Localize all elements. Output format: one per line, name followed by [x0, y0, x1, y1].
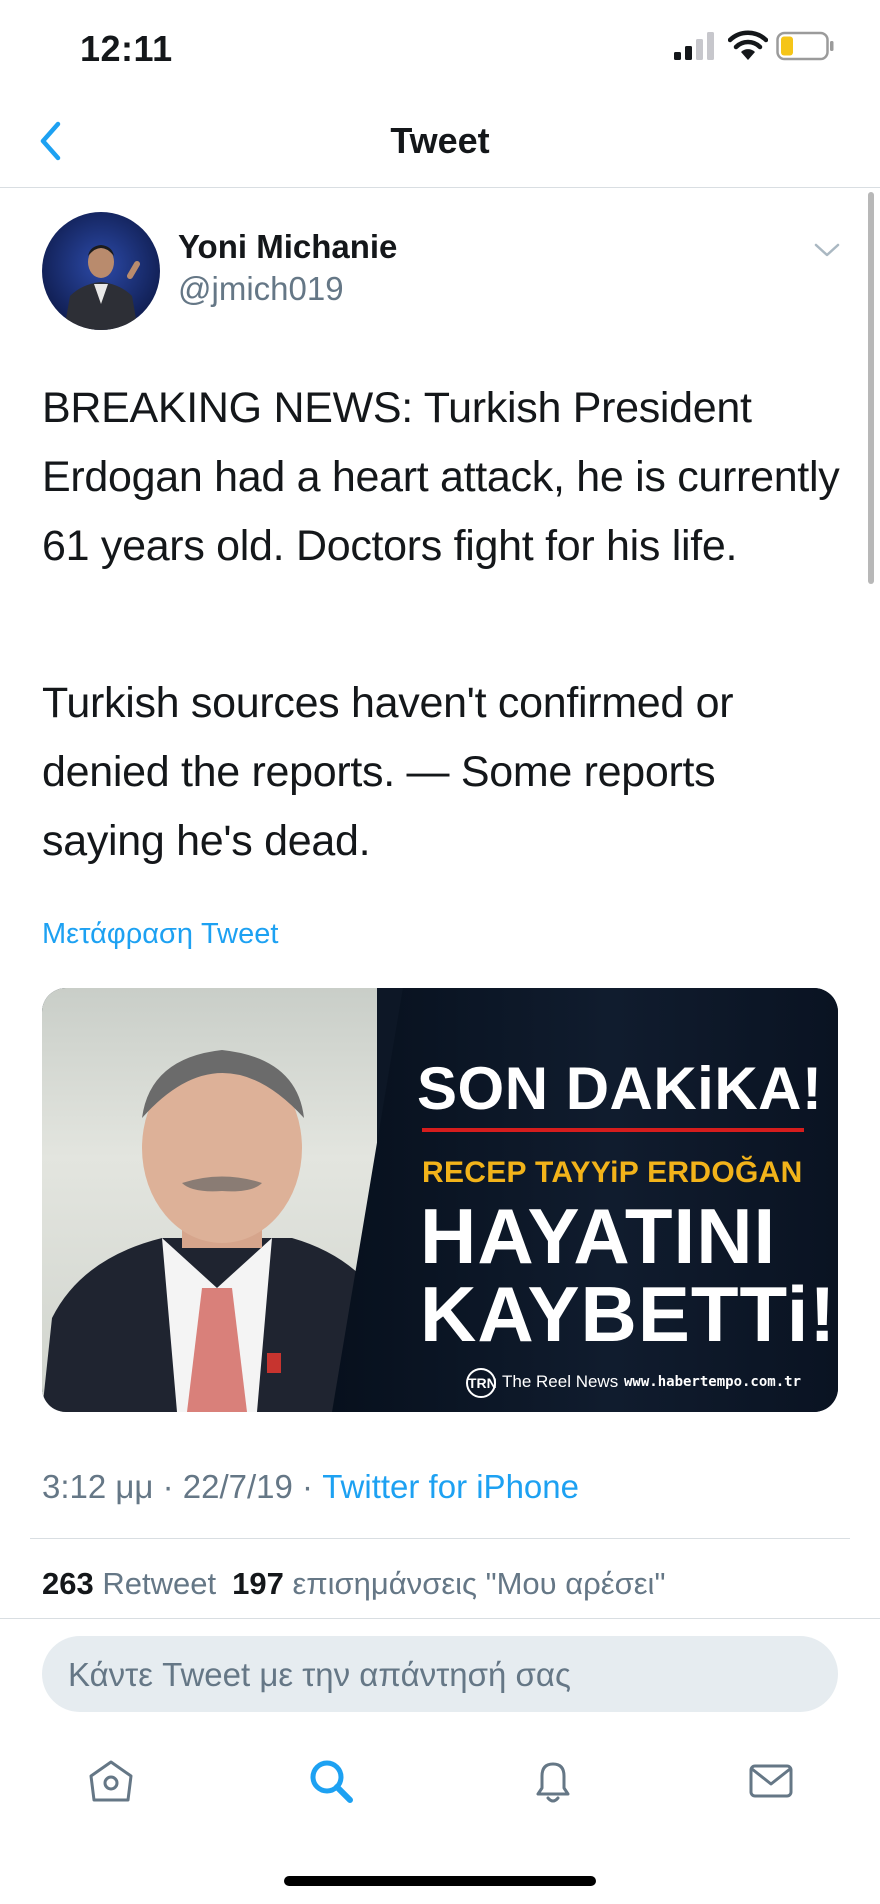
avatar[interactable]: [42, 212, 160, 330]
tweet-meta: 3:12 μμ · 22/7/19 · Twitter for iPhone: [42, 1468, 579, 1506]
meta-separator: ·: [153, 1468, 183, 1505]
status-bar: 12:11: [0, 0, 880, 96]
mail-icon[interactable]: [746, 1756, 796, 1806]
media-subheadline: RECEP TAYYiP ERDOĞAN: [422, 1156, 803, 1189]
media-big-line-2: KAYBETTi!: [420, 1270, 837, 1358]
reply-placeholder: Κάντε Tweet με την απάντησή σας: [68, 1656, 571, 1693]
avatar-image: [42, 212, 160, 330]
retweet-count: 263: [42, 1566, 94, 1601]
retweet-label: Retweet: [102, 1566, 217, 1601]
author-handle: @jmich019: [178, 270, 344, 307]
media-big-line-1: HAYATINI: [420, 1192, 777, 1280]
tweet-date: 22/7/19: [182, 1468, 293, 1505]
likes-label: επισημάνσεις "Μου αρέσει": [292, 1566, 666, 1601]
author-name[interactable]: Yoni Michanie: [178, 228, 397, 266]
chevron-down-icon[interactable]: [812, 240, 842, 260]
translate-tweet-link[interactable]: Μετάφραση Tweet: [42, 918, 278, 951]
media-headline: SON DAKiKA!: [417, 1055, 823, 1122]
divider: [30, 1538, 850, 1539]
tweet-stats: 263 Retweet 197 επισημάνσεις "Μου αρέσει": [42, 1566, 665, 1602]
tweet-text: BREAKING NEWS: Turkish President Erdogan…: [42, 384, 840, 570]
nav-bar: Tweet: [0, 96, 880, 188]
media-logo: TRN: [466, 1368, 497, 1398]
wifi-icon: [728, 30, 768, 60]
page-title: Tweet: [390, 120, 490, 161]
likes-stat[interactable]: 197 επισημάνσεις "Μου αρέσει": [232, 1566, 665, 1601]
tweet-source-link[interactable]: Twitter for iPhone: [322, 1468, 579, 1505]
media-brand: The Reel News: [502, 1372, 619, 1391]
signal-icon: [674, 32, 714, 60]
search-icon[interactable]: [306, 1756, 356, 1806]
bell-icon[interactable]: [528, 1756, 578, 1806]
media-divider-line: [422, 1128, 804, 1132]
reply-input[interactable]: Κάντε Tweet με την απάντησή σας: [42, 1636, 838, 1712]
likes-count: 197: [232, 1566, 284, 1601]
home-icon[interactable]: [86, 1756, 136, 1806]
divider: [0, 1618, 880, 1619]
retweet-stat[interactable]: 263 Retweet: [42, 1566, 216, 1601]
tweet-media-image[interactable]: SON DAKiKA! RECEP TAYYiP ERDOĞAN HAYATIN…: [42, 988, 838, 1412]
tweet-time: 3:12 μμ: [42, 1468, 154, 1505]
tweet-text-continued: Turkish sources haven't confirmed or den…: [42, 679, 734, 865]
status-time: 12:11: [80, 28, 173, 69]
scroll-indicator[interactable]: [868, 192, 874, 584]
battery-icon: [776, 31, 834, 61]
media-url: www.habertempo.com.tr: [624, 1374, 802, 1390]
home-indicator[interactable]: [284, 1876, 596, 1886]
meta-separator: ·: [292, 1468, 323, 1505]
